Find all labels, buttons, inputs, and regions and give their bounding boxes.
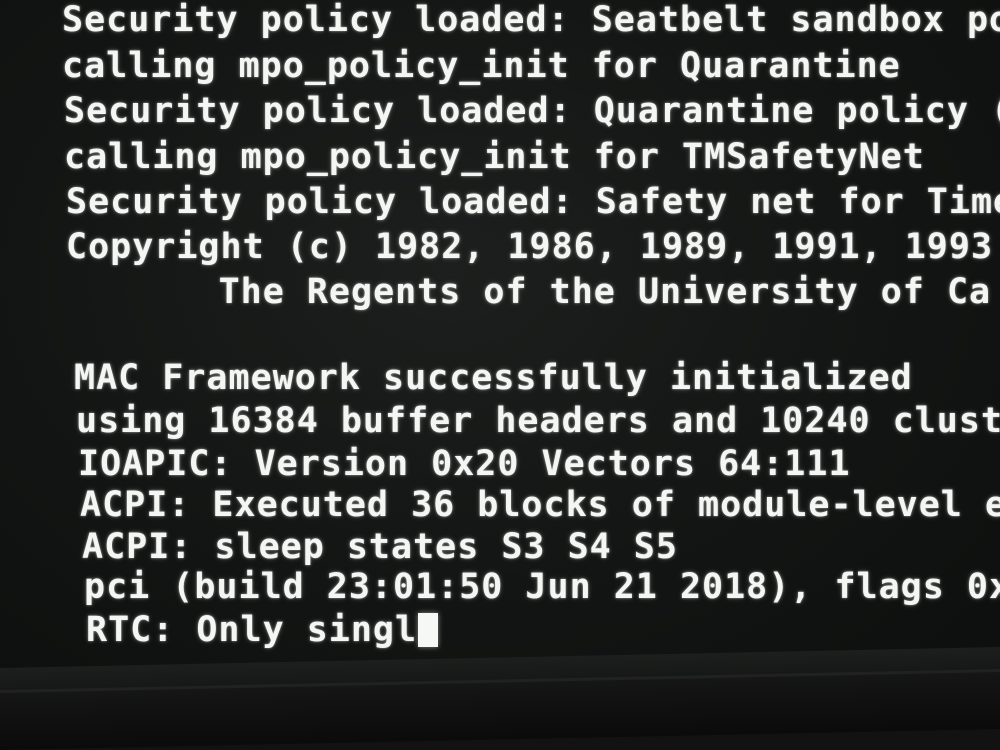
terminal-line: The Regents of the University of Ca xyxy=(42,272,992,312)
terminal-line: ACPI: Executed 36 blocks of module-level… xyxy=(80,485,1000,525)
terminal-line: calling mpo_policy_init for TMSafetyNet xyxy=(64,137,925,177)
terminal-line: Security policy loaded: Quarantine polic… xyxy=(64,91,1000,131)
terminal-line: calling mpo_policy_init for Quarantine xyxy=(62,46,901,86)
terminal-line: Security policy loaded: Seatbelt sandbox… xyxy=(62,0,1000,40)
terminal-line: IOAPIC: Version 0x20 Vectors 64:111 xyxy=(78,444,851,484)
terminal-prompt-line: RTC: Only singl xyxy=(86,610,439,650)
terminal-line: using 16384 buffer headers and 10240 clu… xyxy=(76,401,1000,441)
terminal-line: ACPI: sleep states S3 S4 S5 xyxy=(82,527,678,567)
terminal-line: Security policy loaded: Safety net for T… xyxy=(66,182,1000,222)
terminal-line: MAC Framework successfully initialized xyxy=(74,358,913,398)
terminal-line: pci (build 23:01:50 Jun 21 2018), flags … xyxy=(84,567,1000,607)
terminal-line: Copyright (c) 1982, 1986, 1989, 1991, 19… xyxy=(66,227,994,267)
terminal-last-line-text: RTC: Only singl xyxy=(86,610,418,650)
block-cursor-icon xyxy=(418,613,439,647)
monitor-photo: Security policy loaded: Seatbelt sandbox… xyxy=(0,0,1000,750)
terminal-screen: Security policy loaded: Seatbelt sandbox… xyxy=(0,0,1000,680)
